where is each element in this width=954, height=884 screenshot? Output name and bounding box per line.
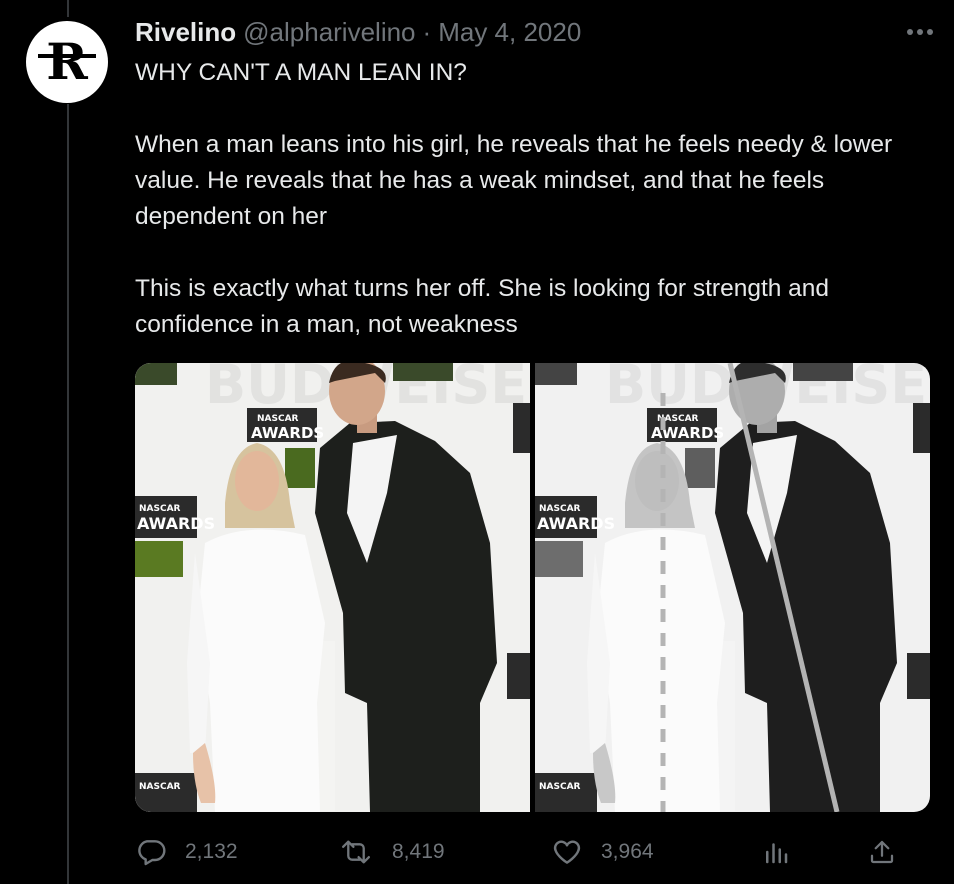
action-bar: 2,132 8,419 3,964: [135, 832, 935, 872]
reply-count: 2,132: [185, 840, 238, 863]
analytics-icon: [766, 843, 788, 864]
avatar[interactable]: R: [26, 21, 108, 103]
tweet-header: Rivelino @alpharivelino · May 4, 2020: [135, 14, 934, 50]
more-button[interactable]: [894, 14, 934, 50]
retweet-icon: [341, 840, 371, 864]
photo-original[interactable]: BUDWEISER NASCAR AWARDS NASCAR NASCAR AW…: [135, 363, 530, 812]
lean-line: [727, 363, 840, 812]
photo-annotated[interactable]: BUDWEISER NASCAR AWARDS NASCAR NASCAR AW…: [535, 363, 930, 812]
like-button[interactable]: 3,964: [551, 832, 654, 872]
tweet-text: WHY CAN'T A MAN LEAN IN? When a man lean…: [135, 55, 935, 343]
retweet-button[interactable]: 8,419: [338, 832, 445, 872]
reply-button[interactable]: 2,132: [135, 832, 238, 872]
reply-icon: [138, 840, 166, 866]
svg-text:AWARDS: AWARDS: [251, 424, 324, 442]
avatar-logo: R: [38, 40, 96, 84]
tweet-headline: WHY CAN'T A MAN LEAN IN?: [135, 59, 467, 86]
tweet-paragraph-1: When a man leans into his girl, he revea…: [135, 131, 893, 230]
svg-text:R: R: [46, 40, 88, 84]
tweet-date[interactable]: May 4, 2020: [438, 17, 581, 48]
views-button[interactable]: [761, 832, 791, 872]
share-icon: [870, 840, 894, 864]
heart-icon: [553, 840, 581, 864]
like-count: 3,964: [601, 840, 654, 863]
svg-text:NASCAR: NASCAR: [257, 414, 299, 424]
tweet-media[interactable]: BUDWEISER NASCAR AWARDS NASCAR NASCAR AW…: [135, 363, 930, 812]
photo-original-scene: BUDWEISER NASCAR AWARDS NASCAR NASCAR AW…: [135, 363, 530, 812]
svg-text:NASCAR: NASCAR: [139, 504, 181, 514]
author-handle[interactable]: @alpharivelino: [243, 17, 415, 48]
share-button[interactable]: [867, 832, 897, 872]
svg-text:NASCAR: NASCAR: [139, 782, 181, 792]
thread-line-bottom: [67, 104, 69, 884]
tweet-paragraph-2: This is exactly what turns her off. She …: [135, 275, 830, 338]
author-name[interactable]: Rivelino: [135, 17, 236, 48]
svg-text:AWARDS: AWARDS: [137, 514, 215, 533]
separator: ·: [422, 16, 432, 47]
lean-lines-overlay: [660, 363, 840, 812]
thread-line-top: [67, 0, 69, 17]
retweet-count: 8,419: [392, 840, 445, 863]
more-icon: [907, 29, 933, 35]
